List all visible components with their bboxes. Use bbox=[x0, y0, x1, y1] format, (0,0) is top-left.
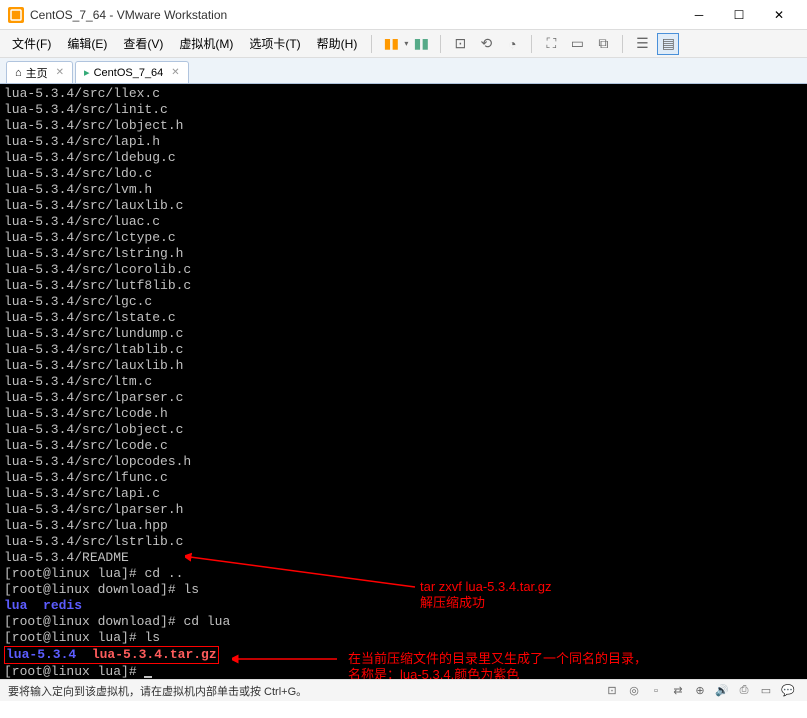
output-line: lua-5.3.4/src/lauxlib.h bbox=[4, 358, 803, 374]
output-line: lua-5.3.4/src/llex.c bbox=[4, 86, 803, 102]
device-usb-icon[interactable]: ⊕ bbox=[691, 682, 709, 700]
close-button[interactable]: ✕ bbox=[759, 1, 799, 29]
device-display-icon[interactable]: ▭ bbox=[757, 682, 775, 700]
snapshot-icon[interactable]: ⊡ bbox=[449, 33, 471, 55]
output-line: lua-5.3.4/src/lvm.h bbox=[4, 182, 803, 198]
output-line: lua-5.3.4/src/lobject.c bbox=[4, 422, 803, 438]
play-icon[interactable]: ▮▮ bbox=[410, 33, 432, 55]
menubar: 文件(F) 编辑(E) 查看(V) 虚拟机(M) 选项卡(T) 帮助(H) ▮▮… bbox=[0, 30, 807, 58]
separator bbox=[531, 35, 532, 53]
message-icon[interactable]: 💬 bbox=[779, 682, 797, 700]
library-icon[interactable]: ☰ bbox=[631, 33, 653, 55]
prompt-line: [root@linux lua]# ls bbox=[4, 630, 803, 646]
prompt-line: [root@linux download]# cd lua bbox=[4, 614, 803, 630]
output-line: lua-5.3.4/src/ltablib.c bbox=[4, 342, 803, 358]
device-disk-icon[interactable]: ⊡ bbox=[603, 682, 621, 700]
pause-icon[interactable]: ▮▮ bbox=[380, 33, 402, 55]
output-line: lua-5.3.4/src/lapi.c bbox=[4, 486, 803, 502]
tab-centos[interactable]: ▸ CentOS_7_64 ✕ bbox=[75, 61, 189, 83]
ls-output: lua-5.3.4 lua-5.3.4.tar.gz bbox=[4, 646, 803, 664]
menu-vm[interactable]: 虚拟机(M) bbox=[171, 30, 241, 57]
output-line: lua-5.3.4/src/lcode.h bbox=[4, 406, 803, 422]
output-line: lua-5.3.4/src/lgc.c bbox=[4, 294, 803, 310]
dropdown-arrow-icon[interactable]: ▾ bbox=[404, 39, 408, 48]
prompt-line: [root@linux lua]# cd .. bbox=[4, 566, 803, 582]
device-network-icon[interactable]: ⇄ bbox=[669, 682, 687, 700]
output-line: lua-5.3.4/src/lstate.c bbox=[4, 310, 803, 326]
prompt-line: [root@linux download]# ls bbox=[4, 582, 803, 598]
output-line: lua-5.3.4/src/ldo.c bbox=[4, 166, 803, 182]
statusbar-text: 要将输入定向到该虚拟机，请在虚拟机内部单击或按 Ctrl+G。 bbox=[8, 683, 601, 699]
menu-tabs[interactable]: 选项卡(T) bbox=[241, 30, 308, 57]
output-line: lua-5.3.4/src/lua.hpp bbox=[4, 518, 803, 534]
output-line: lua-5.3.4/README bbox=[4, 550, 803, 566]
prompt-line: [root@linux lua]# bbox=[4, 664, 803, 679]
tab-label: CentOS_7_64 bbox=[94, 67, 164, 79]
separator bbox=[622, 35, 623, 53]
manage-icon[interactable]: ◔ bbox=[501, 33, 523, 55]
maximize-button[interactable]: ☐ bbox=[719, 1, 759, 29]
output-line: lua-5.3.4/src/lcode.c bbox=[4, 438, 803, 454]
device-cd-icon[interactable]: ◎ bbox=[625, 682, 643, 700]
output-line: lua-5.3.4/src/lstring.h bbox=[4, 246, 803, 262]
output-line: lua-5.3.4/src/lparser.c bbox=[4, 390, 803, 406]
device-floppy-icon[interactable]: ▫ bbox=[647, 682, 665, 700]
home-icon: ⌂ bbox=[15, 67, 22, 79]
tab-home[interactable]: ⌂ 主页 ✕ bbox=[6, 61, 73, 83]
tab-label: 主页 bbox=[26, 65, 48, 81]
output-line: lua-5.3.4/src/lobject.h bbox=[4, 118, 803, 134]
output-line: lua-5.3.4/src/lfunc.c bbox=[4, 470, 803, 486]
device-sound-icon[interactable]: 🔊 bbox=[713, 682, 731, 700]
window-titlebar: CentOS_7_64 - VMware Workstation ─ ☐ ✕ bbox=[0, 0, 807, 30]
output-line: lua-5.3.4/src/linit.c bbox=[4, 102, 803, 118]
menu-edit[interactable]: 编辑(E) bbox=[59, 30, 115, 57]
output-line: lua-5.3.4/src/lapi.h bbox=[4, 134, 803, 150]
output-line: lua-5.3.4/src/lcorolib.c bbox=[4, 262, 803, 278]
app-icon bbox=[8, 7, 24, 23]
unity-icon[interactable]: ▭ bbox=[566, 33, 588, 55]
statusbar: 要将输入定向到该虚拟机，请在虚拟机内部单击或按 Ctrl+G。 ⊡ ◎ ▫ ⇄ … bbox=[0, 679, 807, 701]
menu-view[interactable]: 查看(V) bbox=[115, 30, 171, 57]
fullscreen-icon[interactable]: ⛶ bbox=[540, 33, 562, 55]
output-line: lua-5.3.4/src/lauxlib.c bbox=[4, 198, 803, 214]
separator bbox=[371, 35, 372, 53]
output-line: lua-5.3.4/src/lutf8lib.c bbox=[4, 278, 803, 294]
separator bbox=[440, 35, 441, 53]
window-title: CentOS_7_64 - VMware Workstation bbox=[30, 8, 679, 22]
tab-close-icon[interactable]: ✕ bbox=[56, 67, 64, 78]
output-line: lua-5.3.4/src/lparser.h bbox=[4, 502, 803, 518]
vm-icon: ▸ bbox=[84, 66, 90, 79]
ls-output: lua redis bbox=[4, 598, 803, 614]
revert-icon[interactable]: ⟲ bbox=[475, 33, 497, 55]
tab-close-icon[interactable]: ✕ bbox=[171, 67, 179, 78]
terminal-output[interactable]: lua-5.3.4/src/llex.c lua-5.3.4/src/linit… bbox=[0, 84, 807, 679]
multimon-icon[interactable]: ⧉ bbox=[592, 33, 614, 55]
device-printer-icon[interactable]: ⎙ bbox=[735, 682, 753, 700]
output-line: lua-5.3.4/src/lundump.c bbox=[4, 326, 803, 342]
menu-help[interactable]: 帮助(H) bbox=[309, 30, 366, 57]
menu-file[interactable]: 文件(F) bbox=[4, 30, 59, 57]
minimize-button[interactable]: ─ bbox=[679, 1, 719, 29]
output-line: lua-5.3.4/src/lopcodes.h bbox=[4, 454, 803, 470]
output-line: lua-5.3.4/src/lstrlib.c bbox=[4, 534, 803, 550]
output-line: lua-5.3.4/src/ldebug.c bbox=[4, 150, 803, 166]
output-line: lua-5.3.4/src/lctype.c bbox=[4, 230, 803, 246]
output-line: lua-5.3.4/src/ltm.c bbox=[4, 374, 803, 390]
output-line: lua-5.3.4/src/luac.c bbox=[4, 214, 803, 230]
thumbnail-icon[interactable]: ▤ bbox=[657, 33, 679, 55]
tab-bar: ⌂ 主页 ✕ ▸ CentOS_7_64 ✕ bbox=[0, 58, 807, 84]
